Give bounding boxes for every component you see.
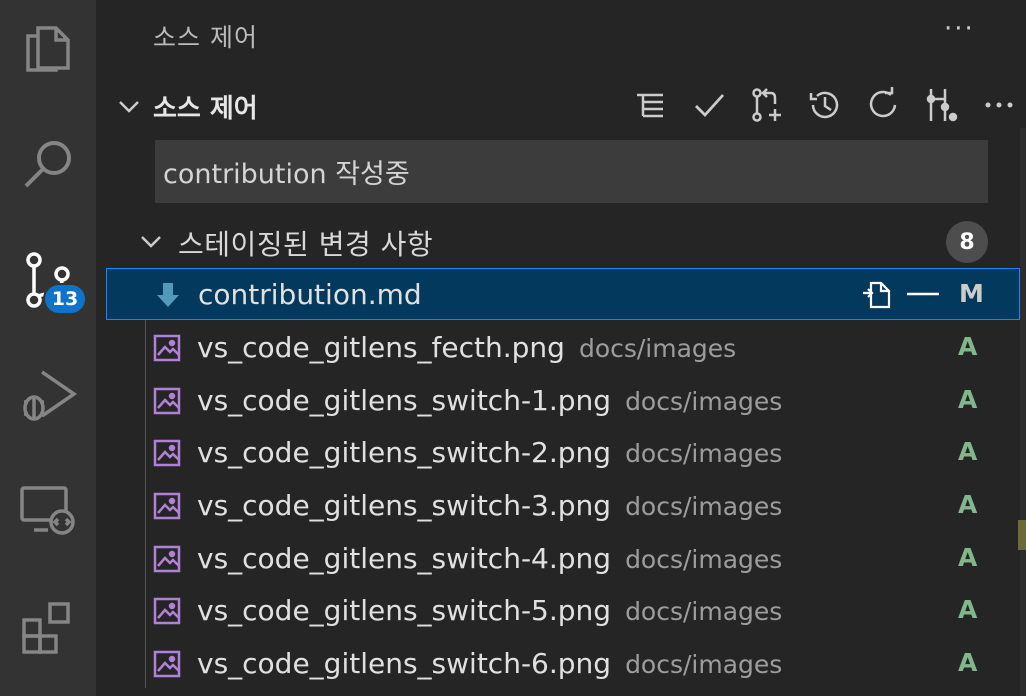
file-dir: docs/images bbox=[625, 650, 783, 679]
file-row[interactable]: vs_code_gitlens_switch-3.png docs/images … bbox=[106, 480, 1020, 532]
file-name: vs_code_gitlens_switch-2.png bbox=[197, 436, 612, 469]
file-name: vs_code_gitlens_switch-1.png bbox=[197, 384, 612, 417]
activity-bar: 13 bbox=[0, 0, 96, 696]
staged-count-badge: 8 bbox=[946, 221, 988, 263]
commit-check-icon bbox=[695, 94, 725, 118]
file-row[interactable]: vs_code_gitlens_switch-1.png docs/images … bbox=[106, 375, 1020, 427]
git-graph-icon bbox=[926, 89, 958, 122]
image-icon bbox=[153, 387, 181, 415]
view-as-tree-icon bbox=[637, 93, 663, 118]
image-icon bbox=[153, 650, 181, 678]
chevron-down-icon bbox=[141, 236, 161, 248]
run-debug-button[interactable] bbox=[0, 348, 96, 444]
search-icon bbox=[24, 141, 71, 188]
search-button[interactable] bbox=[0, 116, 96, 212]
staged-changes-label: 스테이징된 변경 사항 bbox=[178, 228, 434, 261]
file-row[interactable]: vs_code_gitlens_switch-2.png docs/images … bbox=[106, 427, 1020, 479]
source-control-sidebar: 소스 제어 ··· 소스 제어 contribution 작성중 스테이징된 변… bbox=[96, 0, 1026, 696]
chevron-down-icon bbox=[119, 101, 139, 113]
pull-request-icon bbox=[752, 88, 781, 122]
image-icon bbox=[153, 597, 181, 625]
git-graph-button[interactable] bbox=[912, 82, 970, 128]
source-control-button[interactable] bbox=[0, 232, 96, 328]
pull-request-button[interactable] bbox=[738, 82, 796, 128]
extensions-button[interactable] bbox=[0, 580, 96, 676]
image-icon bbox=[153, 492, 181, 520]
file-row[interactable]: vs_code_gitlens_fecth.png docs/images A bbox=[106, 322, 1020, 374]
source-control-badge: 13 bbox=[43, 283, 87, 315]
file-dir: docs/images bbox=[625, 492, 783, 521]
file-row[interactable]: vs_code_gitlens_switch-6.png docs/images … bbox=[106, 638, 1020, 690]
file-status: M bbox=[959, 279, 984, 308]
file-dir: docs/images bbox=[578, 334, 737, 363]
file-status: A bbox=[958, 437, 978, 466]
file-status: A bbox=[958, 385, 978, 414]
extensions-icon bbox=[22, 602, 70, 654]
sidebar-title: 소스 제어 bbox=[153, 23, 258, 52]
image-icon bbox=[153, 545, 181, 573]
view-as-tree-button[interactable] bbox=[622, 82, 680, 128]
remote-explorer-icon bbox=[20, 486, 75, 535]
file-dir: docs/images bbox=[625, 597, 783, 626]
section-toolbar bbox=[622, 82, 1026, 128]
file-name: vs_code_gitlens_switch-3.png bbox=[197, 489, 612, 522]
file-row[interactable]: vs_code_gitlens_switch-4.png docs/images … bbox=[106, 533, 1020, 585]
run-debug-icon bbox=[23, 370, 78, 421]
file-name: vs_code_gitlens_switch-6.png bbox=[197, 647, 612, 680]
file-status: A bbox=[958, 332, 978, 361]
files-icon bbox=[26, 26, 70, 72]
section-more-button[interactable] bbox=[970, 82, 1026, 128]
editor-edge-marker bbox=[1018, 520, 1026, 550]
file-status: A bbox=[958, 595, 978, 624]
more-icon bbox=[985, 102, 1013, 108]
markdown-download-icon bbox=[157, 283, 179, 307]
commit-button[interactable] bbox=[680, 82, 738, 128]
section-header[interactable]: 소스 제어 bbox=[96, 78, 1026, 132]
staged-changes-header[interactable]: 스테이징된 변경 사항 8 bbox=[96, 216, 1026, 266]
refresh-icon bbox=[869, 87, 897, 118]
scrollbar[interactable] bbox=[1020, 128, 1026, 696]
history-button[interactable] bbox=[796, 82, 854, 128]
file-name: vs_code_gitlens_switch-4.png bbox=[197, 542, 612, 575]
commit-message-input[interactable] bbox=[155, 140, 988, 203]
explorer-button[interactable] bbox=[0, 0, 96, 96]
file-row-contribution[interactable]: contribution.md M bbox=[106, 268, 1020, 320]
file-name: vs_code_gitlens_switch-5.png bbox=[197, 594, 612, 627]
file-row[interactable]: vs_code_gitlens_switch-5.png docs/images … bbox=[106, 585, 1020, 637]
file-status: A bbox=[958, 490, 978, 519]
file-status: A bbox=[958, 648, 978, 677]
file-status: A bbox=[958, 543, 978, 572]
file-name: vs_code_gitlens_fecth.png bbox=[197, 331, 565, 364]
section-title: 소스 제어 bbox=[153, 94, 258, 124]
file-name: contribution.md bbox=[198, 278, 422, 311]
unstage-minus-icon[interactable] bbox=[905, 279, 941, 309]
file-dir: docs/images bbox=[625, 545, 783, 574]
open-file-icon[interactable] bbox=[859, 277, 893, 311]
history-icon bbox=[809, 91, 839, 119]
remote-explorer-button[interactable] bbox=[0, 464, 96, 560]
sidebar-more-button[interactable]: ··· bbox=[944, 14, 975, 44]
refresh-button[interactable] bbox=[854, 82, 912, 128]
image-icon bbox=[153, 439, 181, 467]
file-dir: docs/images bbox=[625, 387, 783, 416]
file-dir: docs/images bbox=[625, 439, 783, 468]
image-icon bbox=[153, 334, 181, 362]
